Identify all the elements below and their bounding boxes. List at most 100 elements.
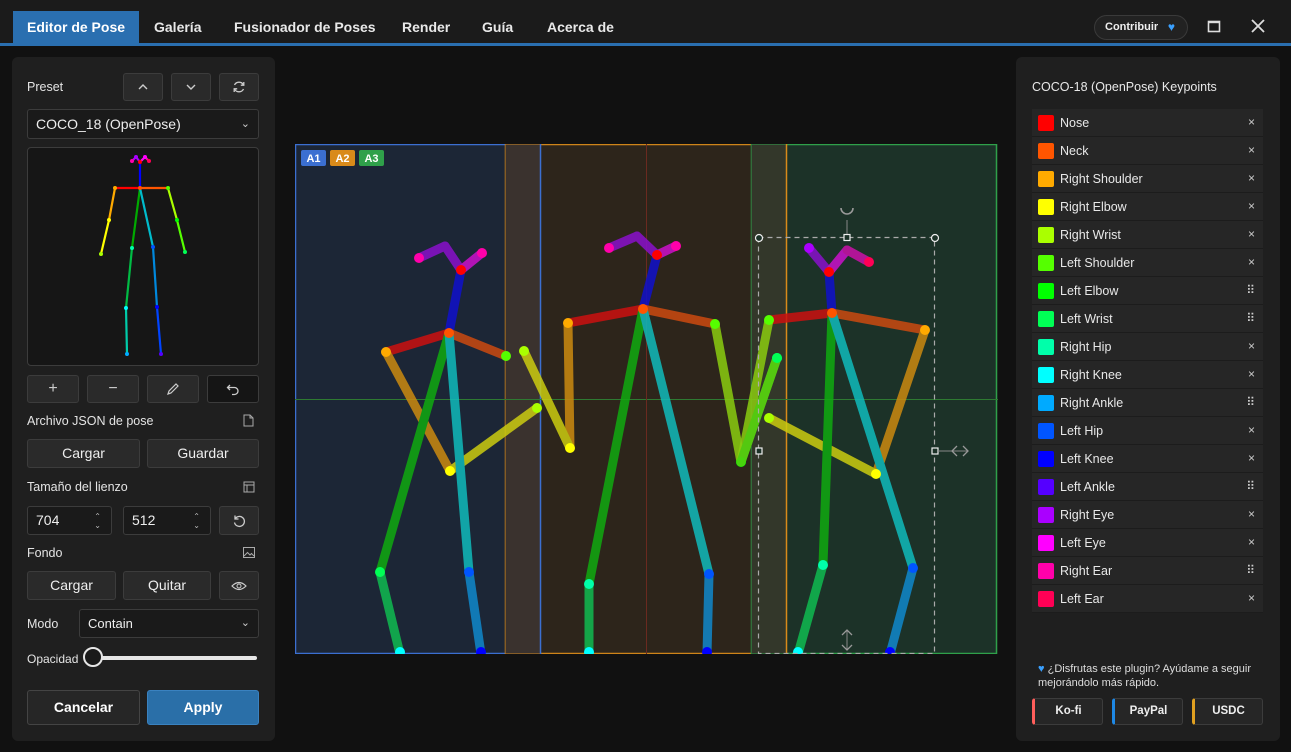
pose-canvas[interactable]: A1 A2 A3 — [294, 143, 998, 659]
contribute-button[interactable]: Contribuir ♥ — [1094, 15, 1188, 40]
remove-icon[interactable]: × — [1248, 199, 1255, 213]
spinner-icon[interactable]: ⌃ ⌄ — [193, 512, 200, 530]
tab-guia[interactable]: Guía — [468, 11, 527, 43]
keypoint-color-swatch — [1038, 507, 1054, 523]
area-labels: A1 A2 A3 — [301, 150, 384, 166]
keypoint-row[interactable]: Right Eye × — [1032, 501, 1263, 529]
close-icon[interactable] — [1250, 18, 1266, 34]
keypoint-color-swatch — [1038, 255, 1054, 271]
remove-icon[interactable]: × — [1248, 423, 1255, 437]
remove-background-button[interactable]: Quitar — [123, 571, 211, 600]
add-icon[interactable]: + — [27, 375, 79, 403]
keypoint-row[interactable]: Left Eye × — [1032, 529, 1263, 557]
keypoint-row[interactable]: Right Knee × — [1032, 361, 1263, 389]
tab-render[interactable]: Render — [388, 11, 464, 43]
keypoint-row[interactable]: Left Elbow ⠿ — [1032, 277, 1263, 305]
edit-button[interactable] — [147, 375, 199, 403]
keypoint-name: Right Hip — [1060, 340, 1112, 354]
keypoint-row[interactable]: Right Ear ⠿ — [1032, 557, 1263, 585]
keypoint-row[interactable]: Right Hip × — [1032, 333, 1263, 361]
keypoint-color-swatch — [1038, 199, 1054, 215]
keypoint-row[interactable]: Right Ankle ⠿ — [1032, 389, 1263, 417]
pose-preview — [27, 147, 259, 366]
remove-icon[interactable]: × — [1248, 115, 1255, 129]
area-label-a2: A2 — [335, 153, 349, 165]
remove-icon[interactable]: × — [1248, 227, 1255, 241]
keypoint-color-swatch — [1038, 143, 1054, 159]
keypoint-row[interactable]: Right Wrist × — [1032, 221, 1263, 249]
apply-button[interactable]: Apply — [147, 690, 259, 725]
keypoint-row[interactable]: Nose × — [1032, 109, 1263, 137]
drag-handle-icon[interactable]: ⠿ — [1246, 311, 1255, 325]
drag-handle-icon[interactable]: ⠿ — [1246, 563, 1255, 577]
json-file-label: Archivo JSON de pose — [27, 414, 154, 428]
preset-refresh-button[interactable] — [219, 73, 259, 101]
save-json-button[interactable]: Guardar — [147, 439, 259, 468]
remove-icon[interactable]: × — [1248, 507, 1255, 521]
keypoint-row[interactable]: Left Hip × — [1032, 417, 1263, 445]
contribute-label: Contribuir — [1105, 21, 1159, 33]
chevron-down-icon: ⌄ — [240, 118, 250, 130]
drag-handle-icon[interactable]: ⠿ — [1246, 479, 1255, 493]
canvas-height-input[interactable]: 512 ⌃ ⌄ — [123, 506, 211, 535]
kofi-button[interactable]: Ko-fi — [1032, 698, 1103, 725]
load-background-button[interactable]: Cargar — [27, 571, 116, 600]
chevron-up-icon — [138, 84, 148, 90]
keypoint-row[interactable]: Right Elbow × — [1032, 193, 1263, 221]
left-panel: Preset COCO_18 (OpenPose) ⌄ + − Archivo … — [12, 57, 275, 741]
right-panel: COCO-18 (OpenPose) Keypoints Nose × Neck × R… — [1016, 57, 1280, 741]
keypoint-row[interactable]: Left Ear × — [1032, 585, 1263, 613]
opacity-slider-thumb[interactable] — [83, 647, 103, 667]
chevron-down-icon — [186, 84, 196, 90]
keypoint-color-swatch — [1038, 339, 1054, 355]
canvas-width-value: 704 — [36, 512, 60, 528]
remove-icon[interactable]: × — [1248, 591, 1255, 605]
keypoint-row[interactable]: Right Shoulder × — [1032, 165, 1263, 193]
drag-handle-icon[interactable]: ⠿ — [1246, 395, 1255, 409]
keypoint-name: Left Ear — [1060, 592, 1104, 606]
remove-icon[interactable]: × — [1248, 451, 1255, 465]
keypoint-color-swatch — [1038, 283, 1054, 299]
keypoint-color-swatch — [1038, 423, 1054, 439]
keypoint-color-swatch — [1038, 479, 1054, 495]
mode-value: Contain — [88, 616, 133, 631]
toggle-background-button[interactable] — [219, 571, 259, 600]
spinner-icon[interactable]: ⌃ ⌄ — [94, 512, 101, 530]
preset-up-button[interactable] — [123, 73, 163, 101]
remove-icon[interactable]: × — [1248, 255, 1255, 269]
usdc-button[interactable]: USDC — [1192, 698, 1263, 725]
undo-button[interactable] — [207, 375, 259, 403]
drag-handle-icon[interactable]: ⠿ — [1246, 283, 1255, 297]
keypoint-name: Right Shoulder — [1060, 172, 1143, 186]
reset-size-button[interactable] — [219, 506, 259, 535]
keypoint-name: Right Eye — [1060, 508, 1115, 522]
opacity-slider-track[interactable] — [90, 656, 257, 660]
minus-icon[interactable]: − — [87, 375, 139, 403]
keypoint-row[interactable]: Left Knee × — [1032, 445, 1263, 473]
load-json-button[interactable]: Cargar — [27, 439, 140, 468]
remove-icon[interactable]: × — [1248, 339, 1255, 353]
maximize-icon[interactable] — [1206, 18, 1222, 34]
keypoint-row[interactable]: Left Ankle ⠿ — [1032, 473, 1263, 501]
support-message: ♥ ¿Disfrutas este plugin? Ayúdame a segu… — [1038, 662, 1263, 690]
tab-fusionador-de-poses[interactable]: Fusionador de Poses — [220, 11, 390, 43]
keypoint-row[interactable]: Left Shoulder × — [1032, 249, 1263, 277]
remove-icon[interactable]: × — [1248, 143, 1255, 157]
mode-select[interactable]: Contain ⌄ — [79, 609, 259, 638]
remove-icon[interactable]: × — [1248, 535, 1255, 549]
canvas-width-input[interactable]: 704 ⌃ ⌄ — [27, 506, 112, 535]
keypoint-row[interactable]: Left Wrist ⠿ — [1032, 305, 1263, 333]
remove-icon[interactable]: × — [1248, 367, 1255, 381]
tab-editor-de-pose[interactable]: Editor de Pose — [13, 11, 140, 43]
tab-acerca-de[interactable]: Acerca de — [533, 11, 628, 43]
remove-icon[interactable]: × — [1248, 171, 1255, 185]
mode-label: Modo — [27, 617, 59, 631]
preset-down-button[interactable] — [171, 73, 211, 101]
preset-select[interactable]: COCO_18 (OpenPose) ⌄ — [27, 109, 259, 139]
cancel-button[interactable]: Cancelar — [27, 690, 140, 725]
opacity-label: Opacidad — [27, 652, 79, 666]
tab-galeria[interactable]: Galería — [140, 11, 215, 43]
canvas-size-label: Tamaño del lienzo — [27, 480, 128, 494]
keypoint-row[interactable]: Neck × — [1032, 137, 1263, 165]
paypal-button[interactable]: PayPal — [1112, 698, 1183, 725]
